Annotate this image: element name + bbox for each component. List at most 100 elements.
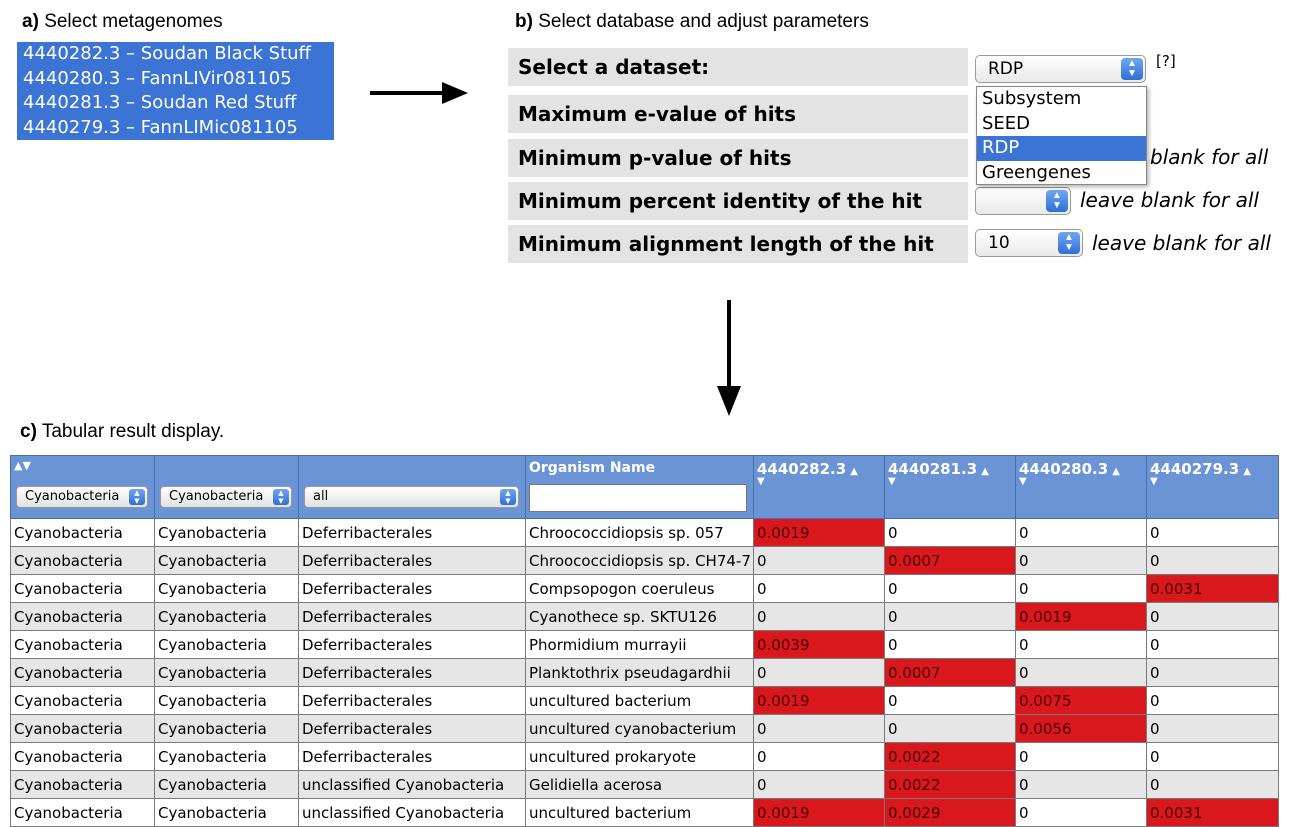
table-cell: Cyanobacteria: [154, 714, 299, 743]
table-header-row: ▲▼ Cyanobacteria ▲ ▼ Cyanobacteria ▲ ▼ all…: [10, 455, 1279, 519]
table-cell: Cyanobacteria: [10, 630, 155, 659]
select-stepper-icon: ▲ ▼: [1046, 190, 1068, 212]
table-cell: Cyanobacteria: [154, 630, 299, 659]
table-row: Cyanobacteria Cyanobacteria unclassified C…: [10, 798, 1279, 827]
min-pvalue-row: Minimum p-value of hits: [508, 139, 968, 177]
min-identity-row: Minimum percent identity of the hit: [508, 182, 968, 220]
table-cell: Deferribacterales: [298, 518, 526, 547]
abundance-cell: 0: [1146, 658, 1279, 687]
table-cell: Cyanobacteria: [154, 574, 299, 603]
abundance-cell: 0: [884, 686, 1016, 715]
abundance-cell: 0: [1015, 546, 1147, 575]
table-row: Cyanobacteria Cyanobacteria Deferribactera…: [10, 546, 1279, 575]
min-alignment-value: 10: [988, 233, 1010, 253]
abundance-cell: 0: [1015, 742, 1147, 771]
table-cell: Deferribacterales: [298, 742, 526, 771]
table-cell: Planktothrix pseudagardhii: [525, 658, 754, 687]
metagenome-list[interactable]: 4440282.3 – Soudan Black Stuff 4440280.3…: [17, 42, 334, 140]
abundance-cell: 0: [1146, 630, 1279, 659]
metagenome-column-header[interactable]: 4440282.3 ▲ ▼: [753, 455, 885, 519]
panel-a-title-text: Select metagenomes: [44, 11, 223, 32]
min-alignment-select[interactable]: 10 ▲ ▼: [975, 229, 1083, 257]
sort-arrows-icon[interactable]: ▲▼: [14, 459, 151, 472]
abundance-cell: 0: [753, 546, 885, 575]
table-cell: Cyanobacteria: [10, 546, 155, 575]
dataset-dropdown-menu[interactable]: Subsystem SEED RDP Greengenes: [976, 86, 1147, 185]
min-alignment-row: Minimum alignment length of the hit: [508, 225, 968, 263]
table-cell: Cyanobacteria: [154, 546, 299, 575]
class-filter-select[interactable]: Cyanobacteria ▲ ▼: [160, 486, 292, 508]
metagenome-item[interactable]: 4440280.3 – FannLIVir081105: [17, 67, 334, 92]
table-cell: Gelidiella acerosa: [525, 770, 754, 799]
max-evalue-row: Maximum e-value of hits: [508, 95, 968, 133]
abundance-cell: 0: [1146, 518, 1279, 547]
abundance-cell: 0.0019: [1015, 602, 1147, 631]
panel-c-title-text: Tabular result display.: [41, 421, 225, 442]
table-cell: Cyanobacteria: [10, 714, 155, 743]
table-cell: Cyanobacteria: [154, 658, 299, 687]
metagenome-item[interactable]: 4440282.3 – Soudan Black Stuff: [17, 42, 334, 67]
abundance-cell: 0.0075: [1015, 686, 1147, 715]
abundance-cell: 0.0031: [1146, 798, 1279, 827]
table-body: Cyanobacteria Cyanobacteria Deferribactera…: [10, 518, 1279, 827]
table-cell: Cyanothece sp. SKTU126: [525, 602, 754, 631]
abundance-cell: 0: [753, 770, 885, 799]
select-stepper-icon: ▲ ▼: [1121, 58, 1143, 80]
table-row: Cyanobacteria Cyanobacteria Deferribactera…: [10, 742, 1279, 771]
metagenome-column-header[interactable]: 4440280.3 ▲ ▼: [1015, 455, 1147, 519]
phylum-filter-select[interactable]: Cyanobacteria ▲ ▼: [16, 486, 148, 508]
dataset-label: Select a dataset:: [518, 55, 710, 79]
abundance-cell: 0: [1015, 630, 1147, 659]
table-cell: Cyanobacteria: [154, 770, 299, 799]
abundance-cell: 0: [753, 742, 885, 771]
abundance-cell: 0: [1146, 546, 1279, 575]
dataset-option-subsystem[interactable]: Subsystem: [977, 87, 1146, 112]
table-cell: Cyanobacteria: [10, 658, 155, 687]
abundance-cell: 0.0007: [884, 658, 1016, 687]
table-row: Cyanobacteria Cyanobacteria unclassified C…: [10, 770, 1279, 799]
metagenome-column-header[interactable]: 4440279.3 ▲ ▼: [1146, 455, 1279, 519]
table-cell: uncultured bacterium: [525, 686, 754, 715]
table-row: Cyanobacteria Cyanobacteria Deferribactera…: [10, 574, 1279, 603]
help-link[interactable]: [?]: [1156, 52, 1176, 70]
table-row: Cyanobacteria Cyanobacteria Deferribactera…: [10, 518, 1279, 547]
table-cell: Cyanobacteria: [154, 518, 299, 547]
abundance-cell: 0: [1015, 574, 1147, 603]
dataset-option-greengenes[interactable]: Greengenes: [977, 161, 1146, 186]
table-cell: Cyanobacteria: [154, 742, 299, 771]
abundance-cell: 0.0039: [753, 630, 885, 659]
filter-column-header: ▲▼ Cyanobacteria ▲ ▼: [10, 455, 155, 519]
abundance-cell: 0.0019: [753, 798, 885, 827]
dataset-select[interactable]: RDP ▲ ▼: [975, 55, 1146, 83]
order-filter-value: all: [313, 489, 329, 504]
table-cell: Deferribacterales: [298, 658, 526, 687]
dataset-option-rdp[interactable]: RDP: [977, 136, 1146, 161]
table-row: Cyanobacteria Cyanobacteria Deferribactera…: [10, 602, 1279, 631]
order-filter-select[interactable]: all ▲ ▼: [304, 486, 519, 508]
right-arrow-icon: [370, 82, 468, 104]
metagenome-item[interactable]: 4440281.3 – Soudan Red Stuff: [17, 91, 334, 116]
select-stepper-icon: ▲ ▼: [273, 489, 289, 505]
metagenome-item[interactable]: 4440279.3 – FannLIMic081105: [17, 116, 334, 141]
down-arrow-icon: [717, 300, 741, 416]
table-cell: Compsopogon coeruleus: [525, 574, 754, 603]
abundance-cell: 0.0019: [753, 686, 885, 715]
metagenome-column-header[interactable]: 4440281.3 ▲ ▼: [884, 455, 1016, 519]
table-cell: unclassified Cyanobacteria: [298, 770, 526, 799]
min-identity-select[interactable]: ▲ ▼: [975, 187, 1071, 215]
organism-header-label[interactable]: Organism Name: [529, 460, 750, 476]
abundance-cell: 0: [884, 630, 1016, 659]
table-cell: Cyanobacteria: [154, 686, 299, 715]
abundance-cell: 0: [1146, 602, 1279, 631]
table-cell: Deferribacterales: [298, 602, 526, 631]
organism-filter-input[interactable]: [529, 484, 747, 512]
max-evalue-label: Maximum e-value of hits: [518, 102, 797, 126]
abundance-cell: 0: [753, 602, 885, 631]
dataset-option-seed[interactable]: SEED: [977, 112, 1146, 137]
select-stepper-icon: ▲ ▼: [500, 489, 516, 505]
table-cell: Deferribacterales: [298, 714, 526, 743]
table-cell: Chroococcidiopsis sp. 057: [525, 518, 754, 547]
min-pvalue-label: Minimum p-value of hits: [518, 146, 792, 170]
abundance-cell: 0: [753, 658, 885, 687]
dataset-select-value: RDP: [988, 59, 1024, 79]
